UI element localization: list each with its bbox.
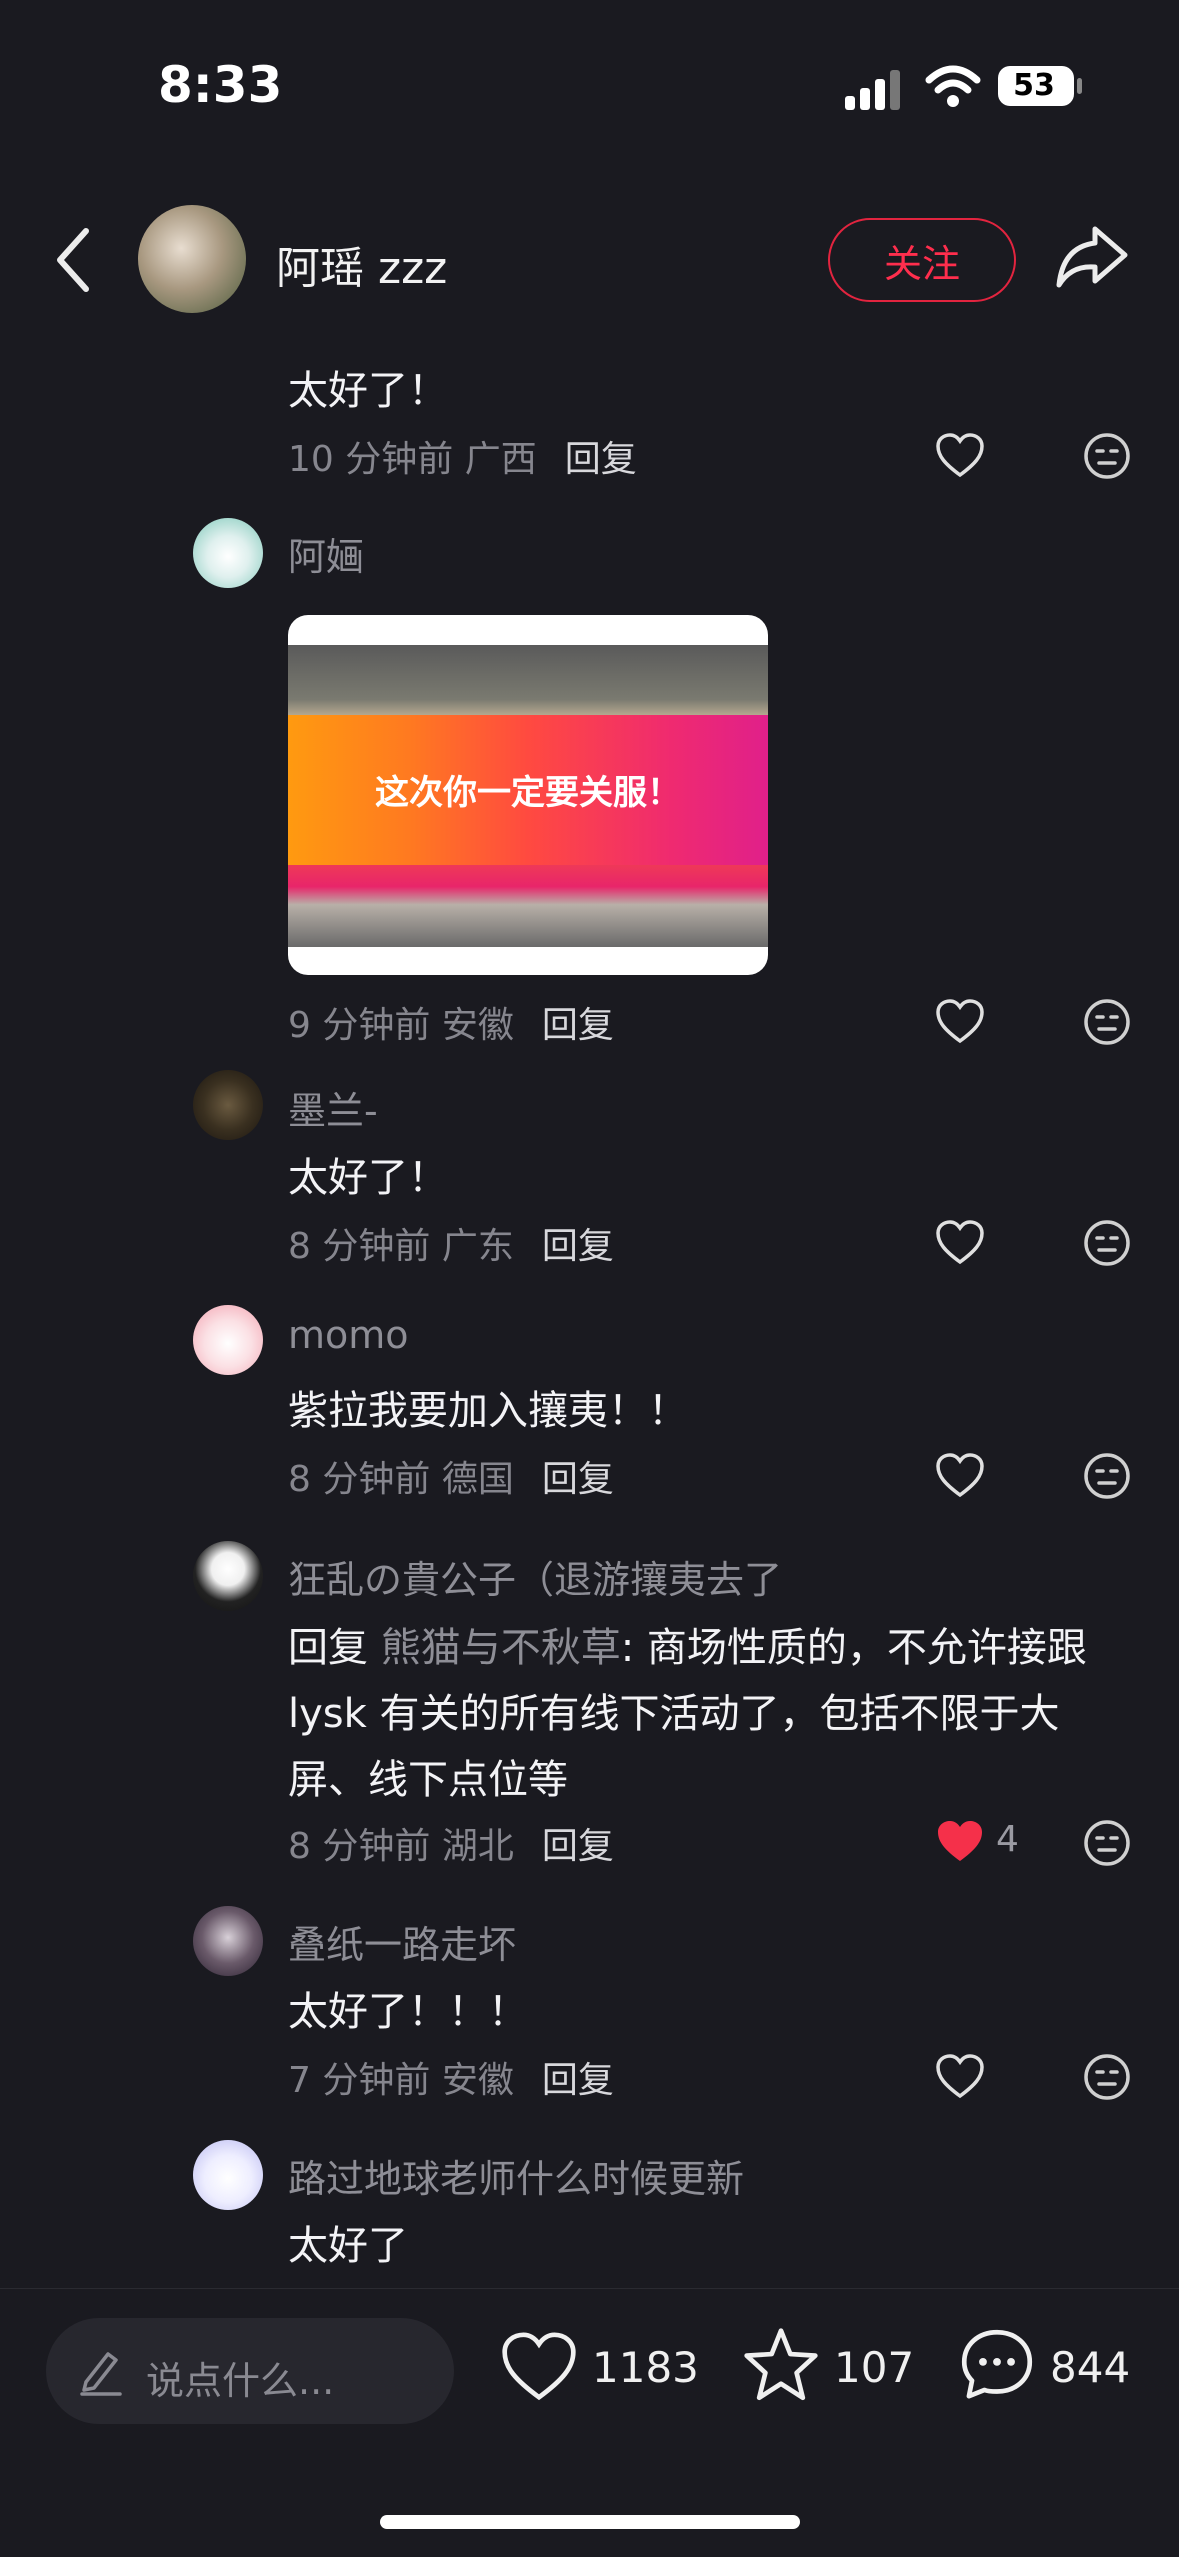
reply-to-username[interactable]: 熊猫与不秋草 bbox=[381, 1625, 621, 1671]
like-count: 4 bbox=[996, 1819, 1019, 1860]
heart-icon[interactable] bbox=[935, 1818, 985, 1864]
follow-button[interactable]: 关注 bbox=[828, 218, 1016, 302]
battery-tip bbox=[1077, 78, 1082, 94]
avatar[interactable] bbox=[193, 2140, 263, 2210]
emoji-icon[interactable] bbox=[1083, 2053, 1131, 2101]
comment-meta: 10 分钟前 广西 回复 bbox=[288, 439, 637, 480]
comment-meta: 9 分钟前 安徽 回复 bbox=[288, 1005, 614, 1046]
status-time: 8:33 bbox=[158, 56, 283, 114]
avatar[interactable] bbox=[193, 1305, 263, 1375]
comment-text: 太好了！ bbox=[288, 1155, 448, 1201]
comment-username[interactable]: 阿婳 bbox=[288, 526, 364, 581]
comment-count[interactable]: 844 bbox=[1050, 2343, 1130, 2392]
reply-button[interactable]: 回复 bbox=[565, 439, 637, 480]
sticker-text: 这次你一定要关服！ bbox=[375, 773, 681, 813]
reply-button[interactable]: 回复 bbox=[542, 1226, 614, 1267]
comment-text-line: 屏、线下点位等 bbox=[288, 1757, 568, 1803]
reply-button[interactable]: 回复 bbox=[542, 1459, 614, 1500]
home-indicator[interactable] bbox=[380, 2515, 800, 2529]
comment-meta: 8 分钟前 德国 回复 bbox=[288, 1459, 614, 1500]
heart-icon[interactable] bbox=[500, 2330, 578, 2402]
emoji-icon[interactable] bbox=[1083, 998, 1131, 1046]
comment-meta: 7 分钟前 安徽 回复 bbox=[288, 2060, 614, 2101]
share-icon[interactable] bbox=[1055, 223, 1129, 293]
heart-icon[interactable] bbox=[935, 1219, 985, 1265]
reply-button[interactable]: 回复 bbox=[542, 2060, 614, 2101]
comment-sticker[interactable]: 这次你一定要关服！ bbox=[288, 615, 768, 975]
comment-username[interactable]: 路过地球老师什么时候更新 bbox=[288, 2148, 744, 2203]
comment-icon[interactable] bbox=[958, 2326, 1036, 2404]
comment-text-line: 回复 熊猫与不秋草: 商场性质的，不允许接跟 bbox=[288, 1625, 1087, 1671]
avatar[interactable] bbox=[193, 1541, 263, 1611]
comment-meta: 8 分钟前 湖北 回复 bbox=[288, 1826, 614, 1867]
comment-username[interactable]: 叠纸一路走坏 bbox=[288, 1914, 516, 1969]
comment-text: 太好了！！！ bbox=[288, 1989, 528, 2035]
battery-level: 53 bbox=[1013, 68, 1055, 103]
emoji-icon[interactable] bbox=[1083, 1819, 1131, 1867]
emoji-icon[interactable] bbox=[1083, 1452, 1131, 1500]
comment-text-line: lysk 有关的所有线下活动了，包括不限于大 bbox=[288, 1691, 1060, 1737]
avatar[interactable] bbox=[193, 518, 263, 588]
star-icon[interactable] bbox=[742, 2326, 820, 2404]
comment-text: 太好了 bbox=[288, 2223, 408, 2269]
emoji-icon[interactable] bbox=[1083, 432, 1131, 480]
reply-button[interactable]: 回复 bbox=[542, 1826, 614, 1867]
like-count[interactable]: 1183 bbox=[592, 2343, 699, 2392]
emoji-icon[interactable] bbox=[1083, 1219, 1131, 1267]
avatar[interactable] bbox=[138, 205, 246, 313]
heart-icon[interactable] bbox=[935, 1452, 985, 1498]
pen-icon bbox=[80, 2352, 122, 2396]
wifi-icon bbox=[925, 65, 981, 107]
heart-icon[interactable] bbox=[935, 2053, 985, 2099]
comment-text: 紫拉我要加入攘夷！！ bbox=[288, 1388, 688, 1434]
favorite-count[interactable]: 107 bbox=[834, 2343, 914, 2392]
avatar[interactable] bbox=[193, 1906, 263, 1976]
comment-username[interactable]: momo bbox=[288, 1313, 409, 1357]
comment-username[interactable]: 墨兰- bbox=[288, 1080, 378, 1135]
page-title[interactable]: 阿瑶 zzz bbox=[276, 232, 447, 296]
reply-button[interactable]: 回复 bbox=[542, 1005, 614, 1046]
back-icon[interactable] bbox=[50, 225, 100, 295]
avatar[interactable] bbox=[193, 1070, 263, 1140]
heart-icon[interactable] bbox=[935, 432, 985, 478]
comment-username[interactable]: 狂乱の貴公子（退游攘夷去了 bbox=[288, 1549, 782, 1604]
comment-meta: 8 分钟前 广东 回复 bbox=[288, 1226, 614, 1267]
heart-icon[interactable] bbox=[935, 998, 985, 1044]
signal-icon bbox=[845, 70, 900, 110]
comment-text: 太好了！ bbox=[288, 368, 448, 414]
comment-input-placeholder[interactable]: 说点什么... bbox=[146, 2350, 334, 2405]
